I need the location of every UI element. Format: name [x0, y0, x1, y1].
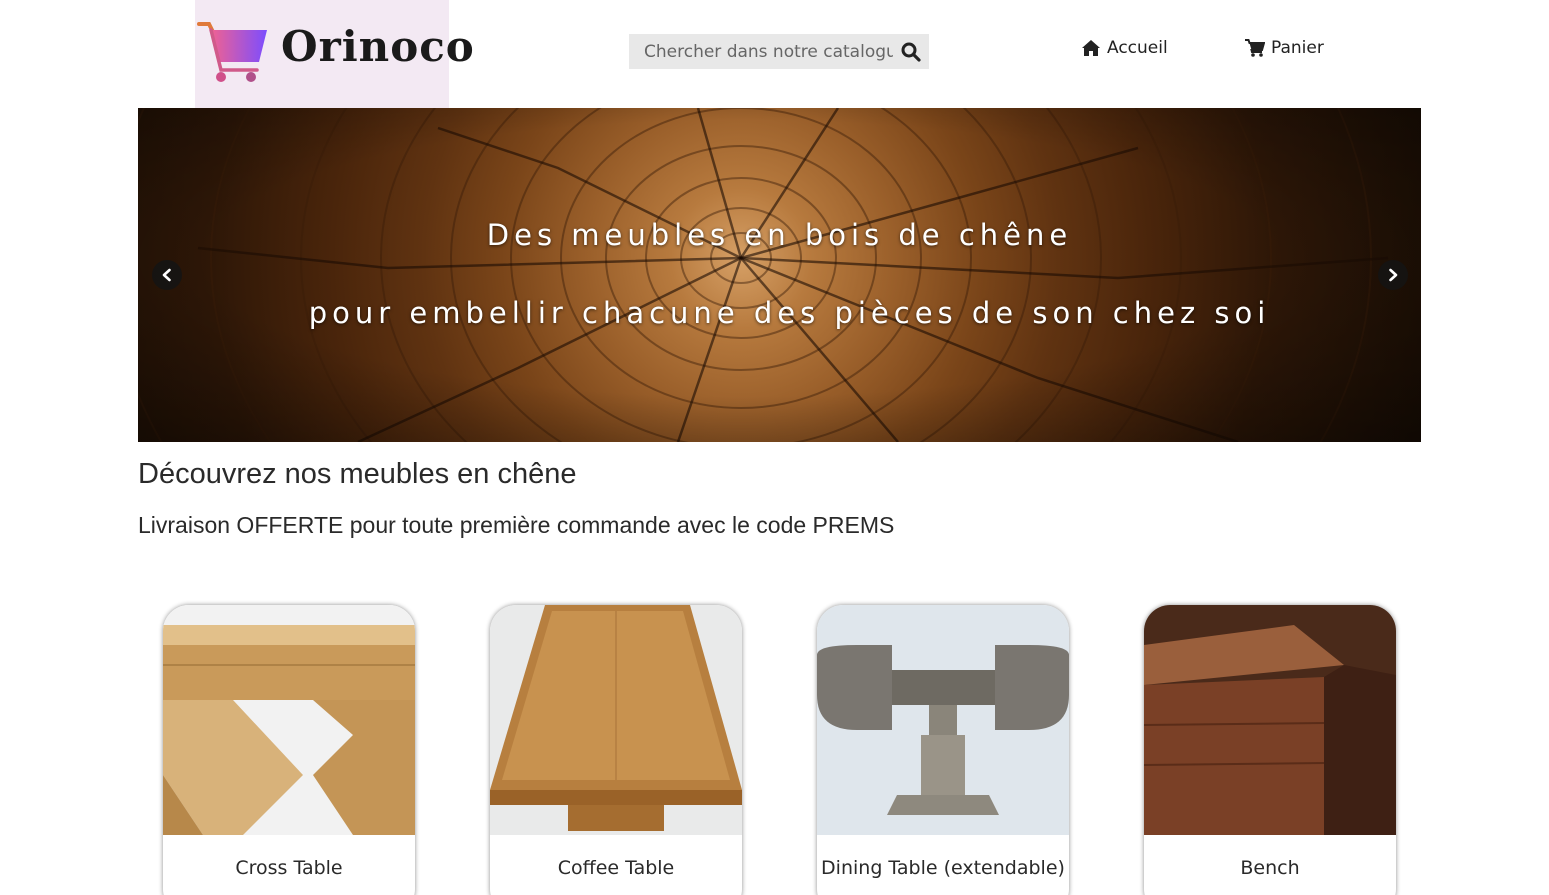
product-image	[1144, 605, 1396, 835]
home-icon	[1082, 40, 1100, 56]
hero-headline: Des meubles en bois de chêne	[486, 218, 1073, 252]
shopping-cart-logo-icon	[197, 22, 267, 82]
nav-home-link[interactable]: Accueil	[1081, 38, 1168, 58]
nav-cart-link[interactable]: Panier	[1245, 38, 1324, 58]
product-card-coffee-table[interactable]: Coffee Table	[490, 605, 742, 895]
shopping-cart-icon	[1245, 39, 1265, 57]
product-name: Cross Table	[235, 857, 343, 879]
product-image	[490, 605, 742, 835]
logo-text: Orinoco	[281, 22, 475, 71]
search-input[interactable]	[629, 34, 893, 69]
wood-rings-image	[138, 108, 1421, 442]
hero-carousel: Des meubles en bois de chêne pour embell…	[138, 108, 1421, 442]
product-name: Coffee Table	[557, 857, 675, 879]
promo-text: Livraison OFFERTE pour toute première co…	[138, 512, 895, 538]
search-button[interactable]	[893, 34, 929, 69]
section-title: Découvrez nos meubles en chêne	[138, 458, 577, 490]
chevron-right-icon	[1389, 268, 1398, 282]
product-card-bench[interactable]: Bench	[1144, 605, 1396, 895]
product-image	[817, 605, 1069, 835]
search-bar	[629, 34, 929, 69]
search-icon	[901, 42, 921, 62]
nav-home-label: Accueil	[1107, 38, 1168, 58]
product-card-dining-table[interactable]: Dining Table (extendable)	[817, 605, 1069, 895]
carousel-next-button[interactable]	[1378, 260, 1408, 290]
product-name: Bench	[1240, 857, 1300, 879]
product-card-cross-table[interactable]: Cross Table	[163, 605, 415, 895]
hero-subheadline: pour embellir chacune des pièces de son …	[308, 296, 1271, 330]
product-image	[163, 605, 415, 835]
site-logo[interactable]: Orinoco	[195, 0, 474, 108]
product-name: Dining Table (extendable)	[821, 857, 1065, 879]
nav-cart-label: Panier	[1271, 38, 1324, 58]
carousel-previous-button[interactable]	[152, 260, 182, 290]
chevron-left-icon	[162, 268, 171, 282]
